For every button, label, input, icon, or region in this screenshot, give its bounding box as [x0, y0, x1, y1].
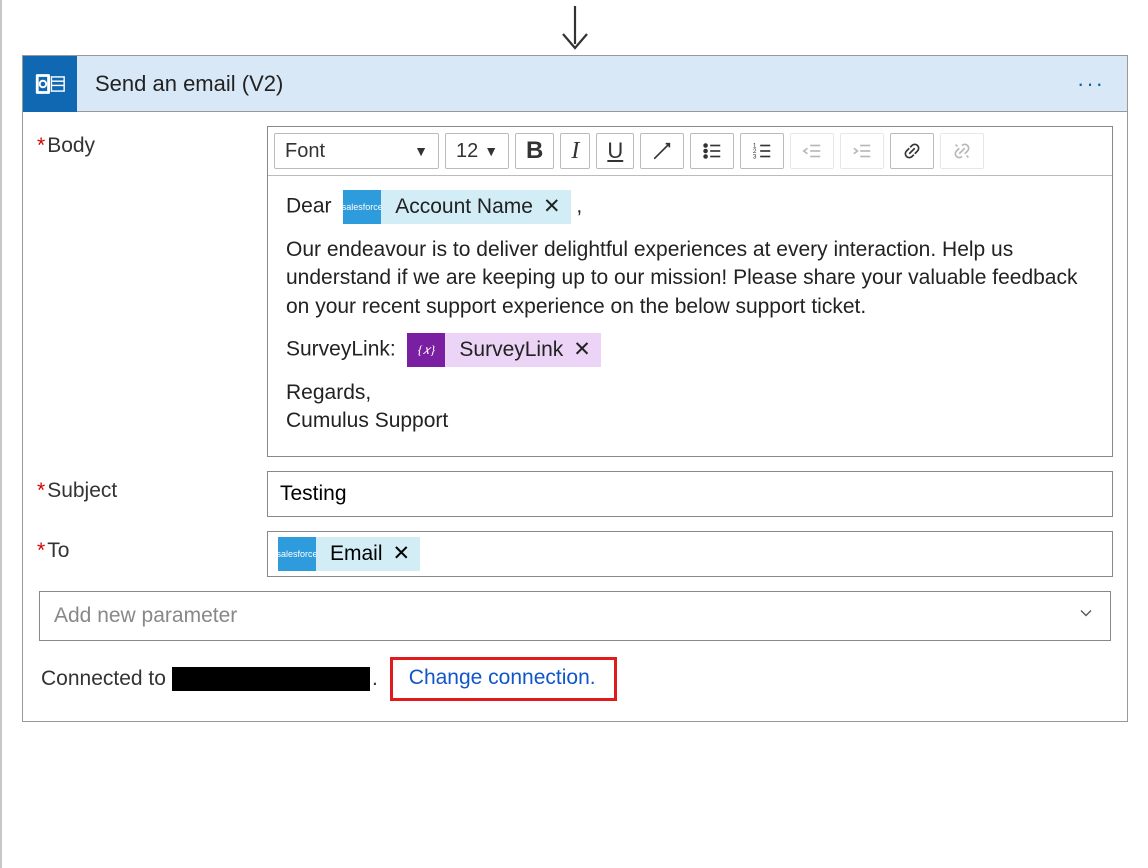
token-remove-icon[interactable]: ✕: [393, 541, 411, 566]
token-label: Account Name: [395, 193, 533, 221]
signature-text: Cumulus Support: [286, 409, 448, 432]
token-surveylink[interactable]: {𝑥} SurveyLink ✕: [407, 333, 601, 367]
token-remove-icon[interactable]: ✕: [543, 193, 561, 221]
variable-icon: {𝑥}: [407, 333, 445, 367]
label-body: *Body: [37, 126, 267, 158]
regards-text: Regards,: [286, 381, 371, 404]
label-to: *To: [37, 531, 267, 563]
body-paragraph: Our endeavour is to deliver delightful e…: [286, 236, 1094, 321]
chevron-down-icon: [1076, 603, 1096, 629]
token-email[interactable]: salesforce Email ✕: [278, 537, 420, 571]
param-placeholder: Add new parameter: [54, 604, 237, 628]
italic-button[interactable]: I: [560, 133, 590, 169]
indent-button[interactable]: [840, 133, 884, 169]
outdent-button[interactable]: [790, 133, 834, 169]
label-subject: *Subject: [37, 471, 267, 503]
greeting-text: Dear: [286, 195, 332, 218]
change-connection-highlight: Change connection.: [390, 657, 617, 701]
link-button[interactable]: [890, 133, 934, 169]
font-select[interactable]: Font▼: [274, 133, 439, 169]
bullets-button[interactable]: [690, 133, 734, 169]
font-size-select[interactable]: 12▼: [445, 133, 509, 169]
connection-footer: Connected to . Change connection.: [37, 655, 1113, 703]
token-label: SurveyLink: [459, 336, 563, 364]
rte-toolbar: Font▼ 12▼ B I U: [268, 127, 1112, 176]
salesforce-icon: salesforce: [278, 537, 316, 571]
salesforce-icon: salesforce: [343, 190, 381, 224]
unlink-button[interactable]: [940, 133, 984, 169]
subject-input-wrapper[interactable]: [267, 471, 1113, 517]
token-account-name[interactable]: salesforce Account Name ✕: [343, 190, 570, 224]
connected-label: Connected to: [41, 667, 166, 691]
underline-button[interactable]: U: [596, 133, 634, 169]
bold-button[interactable]: B: [515, 133, 554, 169]
to-input[interactable]: salesforce Email ✕: [267, 531, 1113, 577]
add-parameter-select[interactable]: Add new parameter: [39, 591, 1111, 641]
greeting-suffix: ,: [576, 195, 582, 218]
change-connection-link[interactable]: Change connection.: [409, 666, 596, 689]
card-menu-button[interactable]: ···: [1055, 71, 1127, 97]
subject-input[interactable]: [278, 481, 1102, 507]
action-card-send-email: Send an email (V2) ··· *Body Font▼ 12▼: [22, 55, 1128, 722]
token-label: Email: [330, 542, 383, 566]
flow-arrow: [22, 0, 1128, 55]
svg-text:3: 3: [753, 153, 757, 160]
card-header[interactable]: Send an email (V2) ···: [23, 56, 1127, 112]
outlook-icon: [23, 56, 77, 112]
card-title: Send an email (V2): [95, 71, 1055, 97]
body-content-area[interactable]: Dear salesforce Account Name ✕ , Our end…: [268, 176, 1112, 456]
forecolor-button[interactable]: [640, 133, 684, 169]
body-editor[interactable]: Font▼ 12▼ B I U: [267, 126, 1113, 457]
numbered-list-button[interactable]: 123: [740, 133, 784, 169]
survey-prefix: SurveyLink:: [286, 338, 396, 361]
redacted-connection-name: [172, 667, 370, 691]
token-remove-icon[interactable]: ✕: [573, 336, 591, 364]
